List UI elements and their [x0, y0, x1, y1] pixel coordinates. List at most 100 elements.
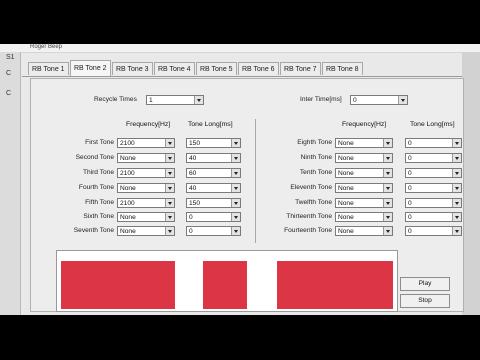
tone-long-select[interactable]: 40: [186, 183, 241, 193]
tab-rb-tone-6[interactable]: RB Tone 6: [238, 62, 279, 75]
chevron-down-icon[interactable]: [452, 139, 461, 147]
tone-long-select[interactable]: 0: [186, 212, 241, 222]
chevron-down-icon[interactable]: [231, 199, 240, 207]
left-strip-label: S1: [6, 54, 15, 61]
chevron-down-icon[interactable]: [452, 227, 461, 235]
chevron-down-icon[interactable]: [165, 154, 174, 162]
tab-rb-tone-8[interactable]: RB Tone 8: [322, 62, 363, 75]
tone-long-select[interactable]: 40: [186, 153, 241, 163]
tone-label: Eighth Tone: [297, 139, 332, 146]
tone-long-value: 0: [408, 170, 412, 177]
chevron-down-icon[interactable]: [165, 139, 174, 147]
tab-rb-tone-1[interactable]: RB Tone 1: [28, 62, 69, 75]
tab-rb-tone-5[interactable]: RB Tone 5: [196, 62, 237, 75]
frequency-value: 2100: [120, 200, 135, 207]
right-edge: [462, 52, 480, 315]
tone-bar: [61, 261, 175, 309]
left-strip-label: C: [6, 90, 12, 97]
chevron-down-icon[interactable]: [383, 213, 392, 221]
frequency-value: 2100: [120, 140, 135, 147]
recycle-times-select[interactable]: 1: [146, 95, 204, 105]
tone-preview-display: [56, 250, 398, 312]
tone-long-value: 0: [189, 214, 193, 221]
tone-long-value: 40: [189, 155, 197, 162]
chevron-down-icon[interactable]: [383, 139, 392, 147]
chevron-down-icon[interactable]: [231, 184, 240, 192]
chevron-down-icon[interactable]: [452, 199, 461, 207]
left-strip-label: C: [6, 70, 12, 77]
chevron-down-icon[interactable]: [231, 139, 240, 147]
frequency-select[interactable]: None: [335, 168, 393, 178]
frequency-select[interactable]: 2100: [117, 138, 175, 148]
tone-long-select[interactable]: 0: [405, 168, 462, 178]
tone-long-select[interactable]: 0: [405, 153, 462, 163]
frequency-select[interactable]: 2100: [117, 168, 175, 178]
chevron-down-icon[interactable]: [194, 96, 203, 104]
tone-long-select[interactable]: 60: [186, 168, 241, 178]
tone-long-select[interactable]: 0: [405, 183, 462, 193]
tone-long-select[interactable]: 0: [186, 226, 241, 236]
frequency-select[interactable]: None: [335, 138, 393, 148]
stop-button[interactable]: Stop: [400, 294, 450, 308]
chevron-down-icon[interactable]: [398, 96, 407, 104]
chevron-down-icon[interactable]: [231, 227, 240, 235]
tab-rb-tone-7[interactable]: RB Tone 7: [280, 62, 321, 75]
frequency-select[interactable]: None: [117, 153, 175, 163]
tone-long-select[interactable]: 0: [405, 212, 462, 222]
chevron-down-icon[interactable]: [452, 184, 461, 192]
chevron-down-icon[interactable]: [165, 184, 174, 192]
tone-long-select[interactable]: 150: [186, 138, 241, 148]
tone-long-value: 0: [189, 228, 193, 235]
recycle-times-value: 1: [149, 97, 153, 104]
frequency-value: None: [120, 155, 136, 162]
inter-time-select[interactable]: 0: [350, 95, 408, 105]
frequency-select[interactable]: None: [117, 226, 175, 236]
tone-label: Fifth Tone: [85, 199, 114, 206]
frequency-select[interactable]: None: [117, 212, 175, 222]
chevron-down-icon[interactable]: [452, 169, 461, 177]
tone-bar: [203, 261, 247, 309]
left-panel-strip: S1 C C: [0, 52, 21, 315]
chevron-down-icon[interactable]: [231, 213, 240, 221]
play-button[interactable]: Play: [400, 277, 450, 291]
frequency-select[interactable]: None: [117, 183, 175, 193]
frequency-select[interactable]: None: [335, 153, 393, 163]
tone-long-select[interactable]: 150: [186, 198, 241, 208]
tone-long-value: 0: [408, 228, 412, 235]
tone-long-select[interactable]: 0: [405, 138, 462, 148]
chevron-down-icon[interactable]: [383, 227, 392, 235]
chevron-down-icon[interactable]: [383, 184, 392, 192]
frequency-select[interactable]: None: [335, 226, 393, 236]
tone-long-select[interactable]: 0: [405, 226, 462, 236]
tone-long-value: 0: [408, 214, 412, 221]
tab-rb-tone-2[interactable]: RB Tone 2: [70, 60, 111, 76]
tone-label: Twelfth Tone: [295, 199, 332, 206]
tone-label: Seventh Tone: [73, 227, 114, 234]
chevron-down-icon[interactable]: [165, 199, 174, 207]
chevron-down-icon[interactable]: [383, 154, 392, 162]
tab-rb-tone-4[interactable]: RB Tone 4: [154, 62, 195, 75]
chevron-down-icon[interactable]: [165, 169, 174, 177]
frequency-select[interactable]: None: [335, 198, 393, 208]
chevron-down-icon[interactable]: [231, 154, 240, 162]
frequency-select[interactable]: None: [335, 183, 393, 193]
frequency-header-left: Frequency[Hz]: [126, 121, 171, 128]
tab-rb-tone-3[interactable]: RB Tone 3: [112, 62, 153, 75]
chevron-down-icon[interactable]: [383, 169, 392, 177]
frequency-select[interactable]: 2100: [117, 198, 175, 208]
window-title: Roger Beep: [30, 44, 63, 50]
tone-label: Third Tone: [82, 169, 114, 176]
chevron-down-icon[interactable]: [165, 213, 174, 221]
frequency-value: None: [120, 185, 136, 192]
frequency-value: None: [338, 185, 354, 192]
tone-long-select[interactable]: 0: [405, 198, 462, 208]
frequency-header-right: Frequency[Hz]: [342, 121, 387, 128]
frequency-value: None: [338, 200, 354, 207]
chevron-down-icon[interactable]: [165, 227, 174, 235]
chevron-down-icon[interactable]: [452, 213, 461, 221]
frequency-value: None: [338, 170, 354, 177]
chevron-down-icon[interactable]: [452, 154, 461, 162]
chevron-down-icon[interactable]: [231, 169, 240, 177]
chevron-down-icon[interactable]: [383, 199, 392, 207]
frequency-select[interactable]: None: [335, 212, 393, 222]
